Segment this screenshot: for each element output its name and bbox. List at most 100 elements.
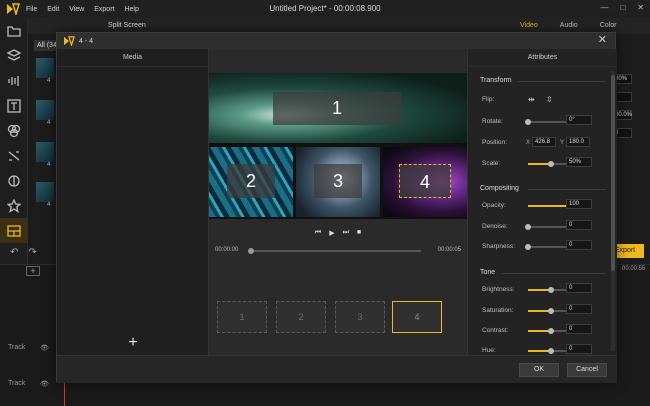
filters-icon [7,124,21,137]
toolbar-elements[interactable] [0,193,28,218]
dialog-title: 4 - 4 [79,37,94,45]
flip-vertical-icon[interactable]: ⇳ [546,95,553,104]
playhead[interactable] [64,380,65,406]
track-label: Track [8,344,26,351]
scale-input[interactable]: 50% [566,157,592,167]
properties-tabs: Video Audio Color [520,22,616,29]
brightness-slider-handle[interactable] [548,287,554,293]
scale-slider-handle[interactable] [548,161,554,167]
menu-help[interactable]: Help [124,6,138,13]
toolbar-transitions[interactable] [0,143,28,168]
app-logo-icon [7,3,20,15]
sharpness-input[interactable]: 0 [566,240,592,250]
play-icon[interactable]: ▶ [329,229,334,237]
opacity-label: Opacity: [482,202,506,209]
contrast-input[interactable]: 0 [566,324,592,334]
menu-edit[interactable]: Edit [47,6,59,13]
tab-audio[interactable]: Audio [560,22,578,29]
layout-slot-4[interactable]: 4 [392,301,442,333]
attributes-header: Attributes [468,49,617,67]
redo-icon[interactable]: ↷ [28,247,36,258]
menu-export[interactable]: Export [94,6,114,13]
toolbar-layers[interactable] [0,43,28,68]
thumb-count: 4 [47,202,51,208]
x-label: X [526,140,531,146]
toolbar-filters[interactable] [0,118,28,143]
opacity-input[interactable]: 100 [566,199,592,209]
position-label: Position: [482,139,507,146]
section-transform: Transform [480,77,512,84]
attributes-scrollbar[interactable] [611,71,615,351]
progress-handle[interactable] [248,248,254,254]
y-label: Y [560,140,565,146]
toolbar-audio[interactable] [0,68,28,93]
text-icon [7,98,21,113]
contrast-label: Contrast: [482,327,509,334]
stop-icon[interactable]: ■ [357,229,361,237]
preview-cell-2[interactable]: 2 [209,147,293,217]
next-frame-icon[interactable]: ⏭ [343,229,349,237]
layout-slot-2[interactable]: 2 [276,301,326,333]
layout-slot-1[interactable]: 1 [217,301,267,333]
denoise-input[interactable]: 0 [566,220,592,230]
undo-icon[interactable]: ↶ [10,247,18,258]
split-template-thumb[interactable] [36,182,54,202]
progress-slider[interactable] [248,248,421,254]
layers-icon [7,48,21,61]
cell-number: 4 [399,164,451,198]
position-x-input[interactable]: 426.8 [532,137,556,147]
cancel-button[interactable]: Cancel [567,363,607,377]
maximize-icon[interactable]: □ [620,3,625,12]
audio-wave-icon [8,75,19,86]
add-track-button[interactable]: + [26,266,40,276]
saturation-slider-handle[interactable] [548,308,554,314]
split-screen-icon [7,224,21,237]
sharpness-label: Sharpness: [482,243,515,250]
toolbar-text[interactable] [0,93,28,118]
brightness-label: Brightness: [482,286,515,293]
position-y-input[interactable]: 180.0 [566,137,590,147]
saturation-label: Saturation: [482,307,514,314]
close-icon[interactable]: ✕ [598,35,607,46]
rotate-slider-handle[interactable] [525,119,531,125]
contrast-slider-handle[interactable] [548,328,554,334]
thumb-count: 4 [47,162,51,168]
edit-tools: ↶ ↷ [0,240,56,264]
brightness-input[interactable]: 0 [566,283,592,293]
minimize-icon[interactable]: — [600,3,608,12]
preview-cell-4[interactable]: 4 [383,147,467,217]
saturation-input[interactable]: 0 [566,304,592,314]
tab-video[interactable]: Video [520,22,538,29]
split-template-thumb[interactable] [36,100,54,120]
divider [518,81,606,82]
scrollbar-thumb[interactable] [611,75,615,271]
toolbar-media[interactable] [0,18,28,43]
denoise-label: Denoise: [482,223,508,230]
menu-file[interactable]: File [26,6,37,13]
total-time: 00:00:05 [437,247,461,253]
sharpness-slider-handle[interactable] [525,244,531,250]
section-tone: Tone [480,269,496,276]
close-window-icon[interactable]: ✕ [637,3,644,12]
split-template-thumb[interactable] [36,142,54,162]
hue-input[interactable]: 0 [566,344,592,354]
flip-horizontal-icon[interactable]: ⇹ [528,95,535,104]
rotate-input[interactable]: 0° [566,115,592,125]
preview-cell-3[interactable]: 3 [296,147,380,217]
preview-cell-1[interactable]: 1 [209,73,467,143]
rotate-label: Rotate: [482,118,503,125]
layout-slot-3[interactable]: 3 [335,301,385,333]
eye-icon[interactable]: 👁 [40,344,49,352]
toolbar-effects[interactable] [0,168,28,193]
add-media-button[interactable]: + [123,335,143,351]
menu-view[interactable]: View [69,6,84,13]
tab-color[interactable]: Color [600,22,617,29]
previous-frame-icon[interactable]: ⏮ [315,229,321,237]
hue-slider-handle[interactable] [548,348,554,354]
ok-button[interactable]: OK [519,363,559,377]
denoise-slider-handle[interactable] [525,224,531,230]
layout-slots: 1 2 3 4 [209,289,467,349]
split-template-thumb[interactable] [36,58,54,78]
eye-icon[interactable]: 👁 [40,380,49,388]
section-compositing: Compositing [480,185,519,192]
